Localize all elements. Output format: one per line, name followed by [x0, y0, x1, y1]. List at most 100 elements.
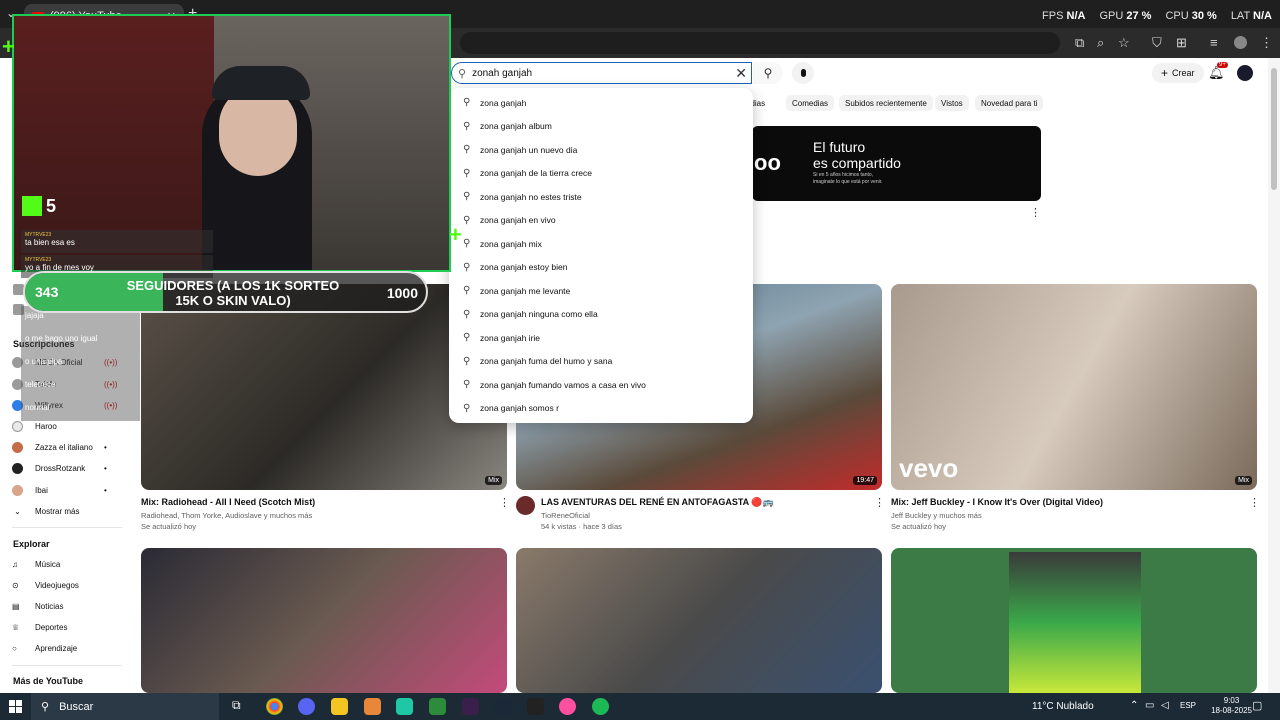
video-title[interactable]: LAS AVENTURAS DEL RENÉ EN ANTOFAGASTA 🔴🚌 [541, 497, 774, 508]
media-controls-icon[interactable]: ≡ [1210, 35, 1218, 51]
sidebar-item-music[interactable]: ♫ Música [12, 555, 60, 573]
language-indicator[interactable]: ESP [1180, 701, 1196, 710]
weather-widget[interactable]: 11°C Nublado [1032, 701, 1094, 712]
chip-novedad-para-ti[interactable]: Novedad para ti [975, 95, 1044, 111]
create-button[interactable]: + Crear [1152, 63, 1204, 83]
suggestion-item[interactable]: ⚲ zona ganjah me levante [449, 279, 753, 303]
suggestion-item[interactable]: ⚲ zona ganjah irie [449, 326, 753, 350]
video-thumbnail[interactable] [891, 548, 1257, 693]
banner-logo: oo [754, 150, 781, 175]
extensions-icon[interactable]: ⊞ [1176, 35, 1187, 51]
chip-vistos[interactable]: Vistos [935, 95, 969, 111]
microphone-icon [800, 69, 806, 77]
video-thumbnail[interactable] [141, 548, 507, 693]
video-frame [1009, 552, 1141, 693]
suggestion-item[interactable]: ⚲ zona ganjah en vivo [449, 209, 753, 233]
app-icon[interactable] [364, 698, 381, 715]
zoom-icon[interactable]: ⌕ [1097, 35, 1104, 51]
sidebar-sub-item[interactable]: Ibai [12, 481, 48, 499]
sidebar-item-news[interactable]: ▤ Noticias [12, 597, 63, 615]
viewer-count: 5 [46, 196, 57, 216]
mix-badge: Mix [485, 476, 502, 485]
lightbulb-icon: ○ [12, 643, 17, 653]
search-input[interactable] [472, 67, 713, 79]
create-label: Crear [1172, 68, 1195, 78]
windows-start-icon[interactable] [9, 700, 22, 713]
app-icon[interactable] [559, 698, 576, 715]
search-icon: ⚲ [463, 285, 471, 297]
chrome-icon[interactable] [266, 698, 283, 715]
suggestion-item[interactable]: ⚲ zona ganjah no estes triste [449, 185, 753, 209]
follower-goal-bar: 343 SEGUIDORES (A LOS 1K SORTEO 15K O SK… [23, 271, 428, 313]
channel-avatar[interactable] [516, 496, 535, 515]
install-app-icon[interactable]: ⧉ [1075, 35, 1084, 51]
address-bar[interactable] [460, 32, 1060, 54]
suggestion-item[interactable]: ⚲ zona ganjah mix [449, 232, 753, 256]
steam-icon[interactable] [494, 698, 511, 715]
network-icon[interactable]: ▭ [1145, 700, 1154, 711]
notification-center-icon[interactable]: ▢ [1252, 699, 1262, 712]
clear-search-icon[interactable]: ✕ [735, 65, 747, 82]
chat-message: teletrece [21, 375, 140, 398]
browser-menu-icon[interactable]: ⋮ [1260, 35, 1273, 51]
suggestion-item[interactable]: ⚲ zona ganjah fumando vamos a casa en viv… [449, 373, 753, 397]
spotify-icon[interactable] [592, 698, 609, 715]
cpu-readout: CPU 30 % [1165, 10, 1217, 22]
show-hidden-icons-icon[interactable]: ⌃ [1130, 700, 1138, 711]
video-title[interactable]: Mix: Radiohead - All I Need (Scotch Mist… [141, 497, 315, 507]
voice-search-button[interactable] [792, 62, 814, 84]
search-button[interactable]: ⚲ [753, 62, 783, 84]
suggestion-item[interactable]: ⚲ zona ganjah [449, 91, 753, 115]
page-scrollbar[interactable] [1268, 58, 1280, 693]
music-note-icon: ♫ [12, 559, 18, 569]
video-thumbnail[interactable] [516, 548, 882, 693]
trophy-icon: ♕ [12, 622, 20, 632]
task-view-icon[interactable]: ⧉ [232, 698, 249, 715]
taskbar-clock[interactable]: 9:03 18-08-2025 [1211, 696, 1252, 716]
profile-avatar[interactable] [1234, 36, 1247, 49]
account-avatar[interactable] [1237, 65, 1253, 81]
video-more-options-icon[interactable]: ⋮ [874, 496, 885, 509]
mix-badge: Mix [1235, 476, 1252, 485]
scrollbar-thumb[interactable] [1271, 68, 1277, 190]
volume-icon[interactable]: ◁ [1161, 700, 1169, 711]
sidebar-sub-item[interactable]: Zazza el italiano [12, 438, 93, 456]
video-title[interactable]: Mix: Jeff Buckley - I Know It's Over (Di… [891, 497, 1103, 507]
sidebar-item-sports[interactable]: ♕ Deportes [12, 618, 67, 636]
sidebar-item-learning[interactable]: ○ Aprendizaje [12, 639, 77, 657]
plus-icon: + [1161, 66, 1169, 80]
explore-heading: Explorar [13, 539, 50, 549]
suggestion-item[interactable]: ⚲ zona ganjah fuma del humo y sana [449, 350, 753, 374]
channel-avatar [12, 420, 23, 432]
divider [12, 665, 122, 666]
bookmark-star-icon[interactable]: ☆ [1118, 35, 1130, 51]
video-more-options-icon[interactable]: ⋮ [1249, 496, 1260, 509]
shield-icon[interactable]: ⛉ [1152, 35, 1162, 51]
chip-comedias[interactable]: Comedias [786, 95, 835, 111]
suggestion-item[interactable]: ⚲ zona ganjah un nuevo dia [449, 138, 753, 162]
banner-more-options-icon[interactable]: ⋮ [1030, 206, 1041, 219]
epic-games-icon[interactable] [527, 698, 544, 715]
discord-icon[interactable] [298, 698, 315, 715]
search-suggestions-dropdown: ⚲ zona ganjah ⚲ zona ganjah album ⚲ zona ga… [449, 88, 753, 423]
video-more-options-icon[interactable]: ⋮ [499, 496, 510, 509]
promo-banner[interactable]: oo El futuro es compartido Si en 5 años … [752, 126, 1041, 201]
search-bar[interactable]: ⚲ ✕ [451, 62, 752, 84]
suggestion-item[interactable]: ⚲ zona ganjah estoy bien [449, 256, 753, 280]
app-icon[interactable] [396, 698, 413, 715]
chat-message: o me bago uno igual [21, 329, 140, 352]
taskbar-search[interactable]: ⚲ Buscar [31, 693, 219, 720]
video-thumbnail[interactable]: vevo Mix [891, 284, 1257, 490]
decorative-plus-icon: + [449, 222, 462, 247]
suggestion-item[interactable]: ⚲ zona ganjah somos r [449, 397, 753, 421]
suggestion-item[interactable]: ⚲ zona ganjah de la tierra crece [449, 162, 753, 186]
sidebar-sub-item[interactable]: DrossRotzank [12, 459, 85, 477]
app-icon[interactable] [462, 698, 479, 715]
suggestion-item[interactable]: ⚲ zona ganjah ninguna como ella [449, 303, 753, 327]
sidebar-item-games[interactable]: ⊙ Videojuegos [12, 576, 79, 594]
app-icon[interactable] [429, 698, 446, 715]
chip-subidos-recientemente[interactable]: Subidos recientemente [839, 95, 933, 111]
show-more-button[interactable]: ⌄ Mostrar más [12, 502, 79, 520]
suggestion-item[interactable]: ⚲ zona ganjah album [449, 115, 753, 139]
file-explorer-icon[interactable] [331, 698, 348, 715]
